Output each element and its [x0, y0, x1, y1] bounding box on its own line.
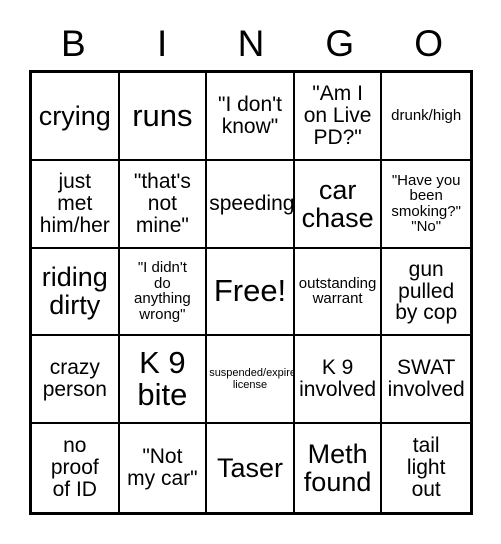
bingo-cell[interactable]: no proof of ID: [32, 424, 120, 512]
bingo-cell-label: "I didn't do anything wrong": [134, 259, 191, 324]
bingo-cell-label: "I don't know": [217, 93, 282, 138]
bingo-cell[interactable]: K 9 involved: [294, 336, 383, 425]
bingo-cell-label: gun pulled by cop: [395, 257, 458, 325]
bingo-cell-label: suspended/expired license: [209, 366, 295, 392]
bingo-cell-label: tail light out: [406, 434, 446, 501]
bingo-cell[interactable]: drunk/high: [382, 73, 470, 161]
bingo-grid: crying runs "I don't know" "Am Ion Live PD?" d…: [29, 70, 473, 515]
bingo-cell-label: speeding: [209, 191, 295, 215]
bingo-header-letter-i: I: [157, 22, 168, 64]
bingo-cell-label: no proof of ID: [50, 434, 99, 501]
bingo-cell[interactable]: speeding: [207, 160, 295, 249]
bingo-cell[interactable]: crazy person: [32, 336, 120, 425]
bingo-cell-label: runs: [132, 97, 193, 133]
bingo-cell[interactable]: "I didn't do anything wrong": [119, 248, 208, 337]
bingo-cell[interactable]: outstanding warrant: [294, 248, 383, 337]
bingo-cell-label: SWAT involved: [387, 356, 465, 402]
bingo-cell[interactable]: runs: [119, 73, 208, 161]
bingo-cell-label: riding dirty: [41, 262, 108, 321]
bingo-header-letter-n: N: [237, 22, 265, 64]
bingo-cell-label: outstanding warrant: [298, 274, 377, 308]
bingo-cell-label: Taser: [216, 453, 283, 484]
bingo-header-letter-b: B: [61, 22, 86, 64]
bingo-cell[interactable]: gun pulled by cop: [382, 249, 470, 337]
bingo-cell[interactable]: tail light out: [382, 424, 470, 512]
bingo-cell[interactable]: SWAT involved: [382, 336, 470, 425]
bingo-cell[interactable]: car chase: [294, 160, 383, 249]
bingo-cell[interactable]: Meth found: [295, 424, 383, 512]
bingo-cell-label: drunk/high: [391, 107, 462, 125]
bingo-cell[interactable]: "Not my car": [120, 424, 208, 512]
bingo-cell-label: "that's not mine": [133, 169, 191, 237]
bingo-cell[interactable]: "that's not mine": [119, 160, 208, 249]
bingo-cell[interactable]: "I don't know": [207, 73, 295, 161]
bingo-cell[interactable]: suspended/expired license: [207, 336, 295, 425]
bingo-cell[interactable]: crying: [32, 73, 120, 161]
bingo-cell-label: just met him/her: [39, 169, 110, 237]
bingo-cell-label: "Not my car": [127, 445, 198, 491]
bingo-cell-label: "Have you been smoking?" "No": [391, 171, 461, 236]
bingo-cell[interactable]: riding dirty: [32, 248, 120, 337]
bingo-cell[interactable]: "Have you been smoking?" "No": [382, 161, 470, 249]
bingo-cell-label: crying: [38, 100, 111, 131]
bingo-header-letter-o: O: [414, 22, 443, 64]
bingo-cell-label: crazy person: [42, 356, 107, 402]
bingo-cell-label: K 9 involved: [299, 356, 377, 402]
bingo-cell-label: Free!: [213, 273, 287, 309]
bingo-cell-label: K 9 bite: [137, 345, 188, 413]
bingo-cell[interactable]: Taser: [207, 424, 295, 512]
bingo-cell[interactable]: "Am Ion Live PD?": [294, 73, 383, 161]
bingo-free-space[interactable]: Free!: [207, 248, 295, 337]
bingo-cell-label: "Am Ion Live PD?": [303, 82, 372, 149]
bingo-cell-label: car chase: [301, 174, 374, 233]
bingo-header-letter-g: G: [325, 22, 355, 64]
bingo-cell-label: Meth found: [303, 439, 372, 498]
bingo-cell[interactable]: just met him/her: [32, 160, 120, 249]
bingo-header-row: BINGO: [29, 16, 473, 70]
bingo-card: B I N G O crying runs "I don't know" "Am Ion Liv…: [0, 0, 501, 544]
bingo-cell[interactable]: K 9 bite: [119, 336, 208, 425]
